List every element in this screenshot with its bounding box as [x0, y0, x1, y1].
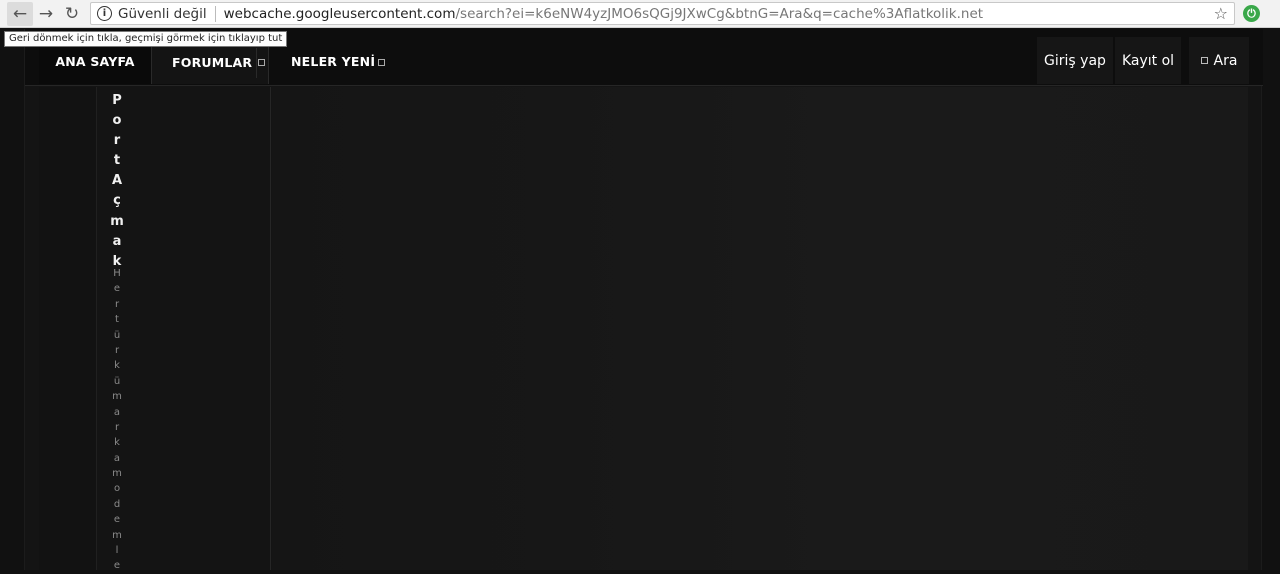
nav-tab-forums-label: FORUMLAR [172, 54, 253, 70]
node-description-char: d [113, 498, 121, 510]
node-description-char: a [113, 406, 121, 418]
node-description-char: e [113, 283, 121, 295]
star-icon[interactable]: ☆ [1214, 4, 1228, 23]
page: ANA SAYFA FORUMLAR NELER YENİ Giriş yap … [0, 29, 1280, 571]
node-description-char: o [113, 483, 121, 495]
node-description-char: t [115, 314, 119, 326]
back-arrow-icon: ← [12, 3, 28, 24]
node-description-char: a [113, 452, 121, 464]
page-content: PortAçmak Hertürkümarkamodemle [25, 87, 1263, 571]
node-title-char: a [112, 233, 122, 249]
node-description-char: l [115, 545, 119, 557]
node-description-char: e [113, 514, 121, 526]
sidebar-column: PortAçmak Hertürkümarkamodemle [97, 87, 271, 571]
node-description-char: r [114, 421, 120, 433]
register-link[interactable]: Kayıt ol [1115, 37, 1181, 84]
node-description-char: e [113, 560, 121, 572]
main-column [272, 87, 1248, 570]
reload-button[interactable]: ↻ [59, 1, 85, 27]
node-description-char: k [114, 437, 120, 449]
url-path: /search?ei=k6eNW4yzJMO6sQGj9JXwCg&btnG=A… [455, 5, 984, 22]
node-title-char: t [113, 153, 121, 169]
forward-arrow-icon: → [38, 3, 54, 24]
reload-icon: ↻ [64, 3, 80, 24]
nav-tab-home-label: ANA SAYFA [55, 54, 135, 69]
nav-tab-whats-new[interactable]: NELER YENİ [271, 39, 391, 84]
node-description-char: k [114, 360, 120, 372]
node-description-char: r [114, 344, 120, 356]
node-description-char: ü [113, 329, 121, 341]
node-description-char: H [113, 268, 121, 279]
back-button-tooltip: Geri dönmek için tıkla, geçmişi görmek i… [4, 31, 288, 47]
security-label: Güvenli değil [118, 5, 207, 22]
node-description-char: m [112, 529, 122, 541]
whats-new-dropdown-icon[interactable] [378, 59, 385, 66]
node-description-char: m [112, 468, 122, 480]
extension-icon[interactable]: ⏻ [1243, 5, 1260, 22]
node-title-char: o [112, 113, 122, 129]
node-title-char: P [112, 93, 122, 108]
login-link[interactable]: Giriş yap [1037, 37, 1113, 84]
node-title-vertical[interactable]: PortAçmak [110, 91, 124, 272]
node-title-char: r [113, 133, 121, 149]
node-title-char: ç [113, 193, 121, 209]
address-bar[interactable]: i Güvenli değil webcache.googleuserconte… [90, 2, 1235, 25]
node-title-char: m [110, 213, 124, 229]
forward-button[interactable]: → [33, 1, 59, 27]
url-host: webcache.googleusercontent.com [223, 5, 456, 22]
tab-divider [256, 48, 257, 78]
site-container: ANA SAYFA FORUMLAR NELER YENİ Giriş yap … [24, 29, 1263, 571]
search-label: Ara [1213, 52, 1238, 69]
register-label: Kayıt ol [1121, 52, 1175, 69]
search-link[interactable]: Ara [1189, 37, 1249, 84]
node-description-vertical: Hertürkümarkamodemle [110, 266, 124, 574]
info-icon[interactable]: i [97, 6, 112, 21]
back-button[interactable]: ← [7, 1, 33, 26]
browser-toolbar: ← → ↻ i Güvenli değil webcache.googleuse… [0, 0, 1280, 28]
login-label: Giriş yap [1044, 52, 1106, 69]
omnibox-divider [214, 5, 216, 22]
forums-dropdown-icon[interactable] [258, 59, 265, 66]
node-description-char: ü [113, 375, 121, 387]
node-description-char: m [112, 391, 122, 403]
left-gutter-column [39, 87, 97, 570]
nav-tab-whats-new-label: NELER YENİ [291, 54, 376, 69]
node-title-char: A [111, 173, 123, 189]
node-description-char: r [114, 298, 120, 310]
search-icon [1200, 57, 1208, 64]
